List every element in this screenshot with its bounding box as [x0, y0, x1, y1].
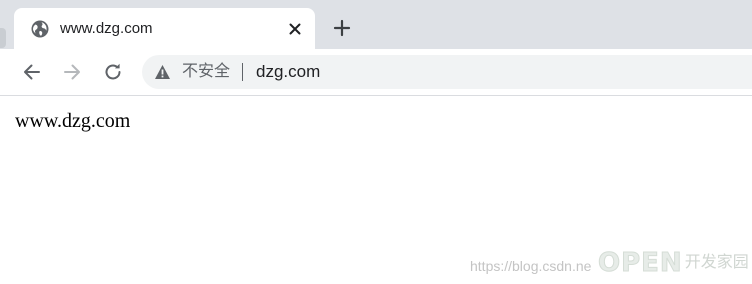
globe-icon — [31, 20, 49, 38]
plus-icon[interactable] — [330, 16, 354, 40]
page-body-text: www.dzg.com — [15, 110, 131, 132]
tab-active[interactable]: www.dzg.com — [14, 8, 315, 49]
tab-strip: www.dzg.com — [0, 0, 752, 49]
browser-window: www.dzg.com 不安全 dzg.com www.dzg.com http… — [0, 0, 752, 284]
address-bar[interactable]: 不安全 dzg.com — [142, 55, 752, 89]
watermark-url: https://blog.csdn.ne — [470, 258, 592, 274]
reload-icon[interactable] — [101, 60, 125, 84]
warning-triangle-icon[interactable] — [154, 64, 171, 80]
previous-tab-edge[interactable] — [0, 28, 6, 48]
watermark-logo: OPEN 开发家园 — [598, 248, 749, 279]
security-label[interactable]: 不安全 — [182, 63, 230, 81]
arrow-left-icon[interactable] — [20, 60, 44, 84]
watermark-logo-text: OPEN — [598, 248, 683, 279]
omnibox-divider — [242, 63, 243, 81]
toolbar: 不安全 dzg.com — [0, 49, 752, 96]
close-icon[interactable] — [285, 19, 305, 39]
page-content: www.dzg.com https://blog.csdn.ne OPEN 开发家… — [0, 96, 752, 284]
tab-title: www.dzg.com — [60, 20, 153, 37]
url-text[interactable]: dzg.com — [256, 62, 320, 81]
arrow-right-icon[interactable] — [60, 60, 84, 84]
watermark-logo-cn: 开发家园 — [684, 254, 749, 271]
